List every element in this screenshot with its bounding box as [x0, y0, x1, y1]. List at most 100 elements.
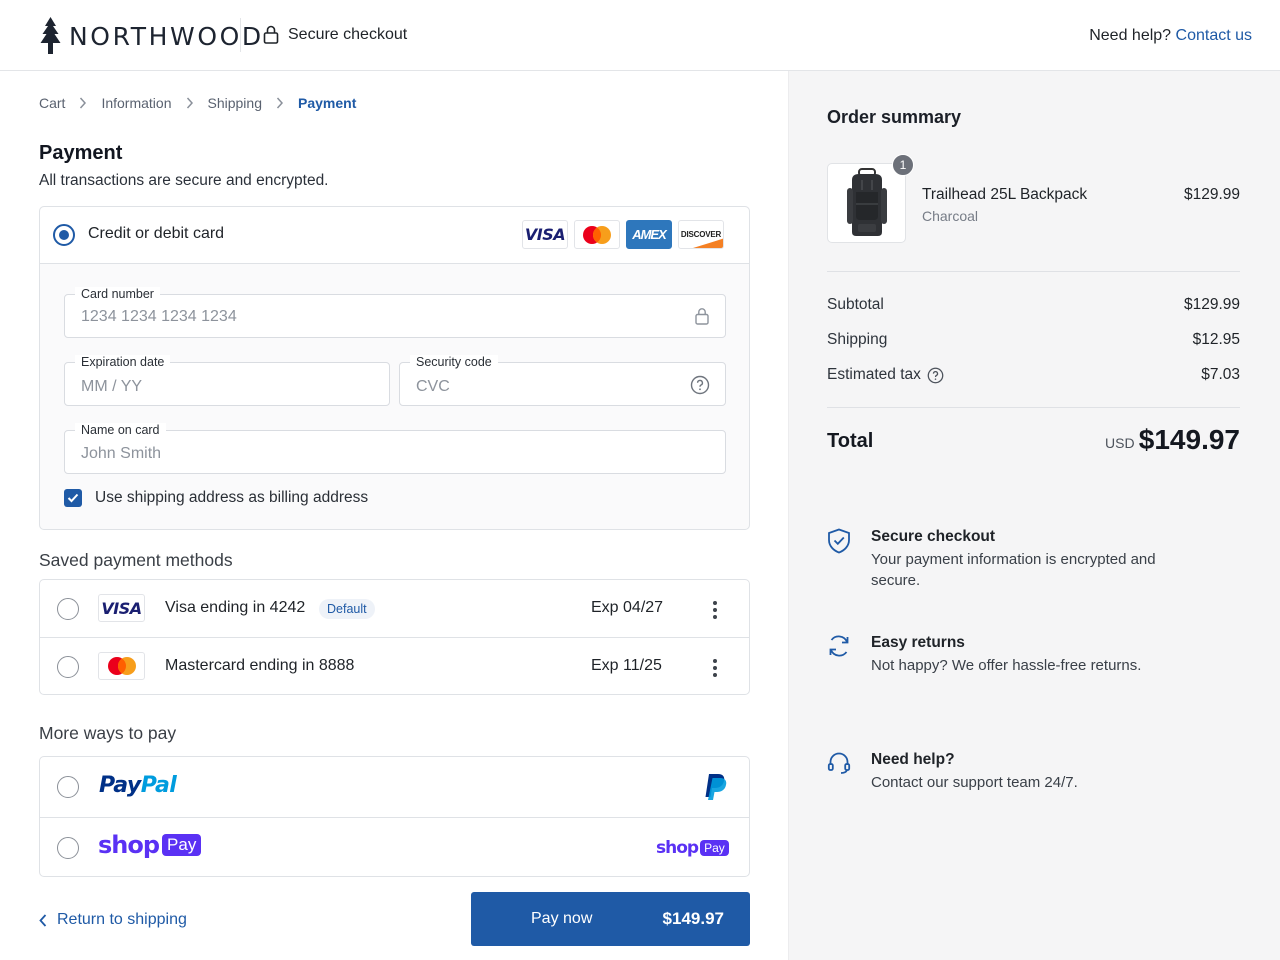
security-code-label: Security code	[410, 355, 498, 369]
chevron-right-icon	[79, 97, 87, 109]
product-thumbnail	[827, 163, 906, 243]
saved-method-row-mastercard[interactable]: Mastercard ending in 8888 Exp 11/25	[40, 637, 749, 694]
security-code-field[interactable]: Security code CVC	[399, 355, 726, 406]
total-label: Total	[827, 430, 874, 452]
name-on-card-placeholder: John Smith	[81, 445, 162, 462]
amex-logo-icon: AMEX	[626, 220, 672, 249]
card-number-label: Card number	[75, 287, 160, 301]
saved-methods-list: VISA Visa ending in 4242 Default Exp 04/…	[39, 579, 750, 695]
shop-pay-logo-icon: shop Pay	[656, 838, 729, 858]
return-to-shipping-label: Return to shipping	[57, 911, 187, 928]
product-name: Trailhead 25L Backpack	[922, 186, 1088, 203]
help-circle-icon[interactable]	[927, 367, 944, 384]
headset-icon	[827, 752, 851, 774]
saved-method-label: Mastercard ending in 8888	[165, 657, 355, 674]
payment-subtitle: All transactions are secure and encrypte…	[39, 172, 329, 189]
pay-now-button[interactable]: Pay now $149.97	[471, 892, 750, 946]
paypal-logo-icon	[705, 774, 727, 800]
paypal-radio[interactable]	[57, 776, 79, 798]
help-text: Need help?	[1089, 27, 1172, 44]
product-price: $129.99	[1183, 186, 1240, 203]
product-variant: Charcoal	[922, 208, 979, 224]
shield-check-icon	[828, 528, 850, 554]
feature-need-help: Need help? Contact our support team 24/7…	[827, 751, 1187, 795]
billing-same-checkbox[interactable]	[64, 489, 82, 507]
card-number-placeholder: 1234 1234 1234 1234	[81, 308, 237, 325]
total-value: $149.97	[1138, 424, 1240, 455]
card-payment-box: Credit or debit card VISA AMEX DISCOVER …	[39, 206, 750, 530]
saved-method-radio[interactable]	[57, 598, 79, 620]
breadcrumb-shipping[interactable]: Shipping	[208, 95, 263, 111]
header-divider	[240, 18, 241, 52]
more-options-icon[interactable]	[712, 601, 718, 619]
lock-icon	[263, 25, 279, 44]
more-options-icon[interactable]	[712, 659, 718, 677]
discover-logo-icon: DISCOVER	[678, 220, 724, 249]
saved-method-row-visa[interactable]: VISA Visa ending in 4242 Default Exp 04/…	[40, 580, 749, 637]
tax-label-group: Estimated tax	[827, 366, 944, 384]
expiration-date-placeholder: MM / YY	[81, 378, 143, 395]
visa-logo-icon: VISA	[98, 594, 145, 622]
tax-label: Estimated tax	[827, 366, 921, 383]
paypal-wordmark: PayPal	[99, 773, 177, 798]
saved-method-exp: Exp 11/25	[591, 657, 662, 674]
name-on-card-field[interactable]: Name on card John Smith	[64, 423, 726, 474]
help-header: Need help? Contact us	[1089, 27, 1252, 45]
security-code-placeholder: CVC	[416, 378, 450, 395]
subtotal-row: Subtotal $129.99	[827, 296, 1240, 314]
secure-checkout-header: Secure checkout	[263, 25, 407, 44]
contact-us-link[interactable]: Contact us	[1176, 27, 1252, 44]
backpack-icon	[846, 168, 887, 236]
shop-pay-option-row[interactable]: shop Pay shop Pay	[40, 817, 749, 876]
pay-now-amount: $149.97	[662, 909, 724, 928]
pine-tree-icon	[40, 17, 61, 54]
secure-checkout-label: Secure checkout	[288, 25, 408, 43]
summary-divider	[827, 271, 1240, 272]
chevron-right-icon	[276, 97, 284, 109]
chevron-left-icon	[39, 913, 47, 927]
pay-now-label: Pay now	[531, 910, 593, 927]
billing-same-label[interactable]: Use shipping address as billing address	[95, 489, 368, 507]
expiration-date-label: Expiration date	[75, 355, 171, 369]
paypal-option-row[interactable]: PayPal	[40, 757, 749, 817]
breadcrumb-payment: Payment	[298, 95, 357, 111]
shipping-row: Shipping $12.95	[827, 331, 1240, 349]
payment-title: Payment	[39, 142, 123, 164]
mastercard-logo-icon	[574, 220, 620, 249]
feature-secure-checkout: Secure checkout Your payment information…	[827, 528, 1187, 592]
shipping-label: Shipping	[827, 331, 888, 348]
header: NORTHWOOD Secure checkout Need help? Con…	[0, 0, 1280, 71]
subtotal-value: $129.99	[1183, 296, 1240, 313]
card-number-field[interactable]: Card number 1234 1234 1234 1234	[64, 287, 726, 338]
visa-logo-icon: VISA	[522, 220, 568, 249]
expiration-date-field[interactable]: Expiration date MM / YY	[64, 355, 390, 406]
card-option-radio[interactable]	[53, 224, 75, 246]
default-badge: Default	[319, 599, 375, 619]
feature-title: Easy returns	[871, 634, 965, 651]
feature-title: Need help?	[871, 751, 955, 768]
name-on-card-label: Name on card	[75, 423, 166, 437]
summary-divider	[827, 407, 1240, 408]
return-to-shipping-link[interactable]: Return to shipping	[39, 911, 187, 929]
feature-description: Your payment information is encrypted an…	[871, 551, 1156, 589]
saved-methods-title: Saved payment methods	[39, 550, 233, 570]
tax-value: $7.03	[1201, 366, 1240, 383]
card-option-header[interactable]: Credit or debit card VISA AMEX DISCOVER	[40, 207, 749, 264]
breadcrumb-information[interactable]: Information	[101, 95, 171, 111]
breadcrumb: Cart Information Shipping Payment	[39, 95, 356, 111]
shop-pay-radio[interactable]	[57, 837, 79, 859]
card-option-label: Credit or debit card	[88, 225, 225, 242]
saved-method-label: Visa ending in 4242	[165, 599, 306, 616]
order-summary-title: Order summary	[827, 107, 962, 127]
feature-title: Secure checkout	[871, 528, 996, 545]
breadcrumb-cart[interactable]: Cart	[39, 95, 65, 111]
shop-pay-wordmark: shop Pay	[98, 831, 202, 859]
refresh-icon	[829, 635, 849, 657]
alt-payment-list: PayPal shop Pay shop Pay	[39, 756, 750, 877]
brand-logo[interactable]: NORTHWOOD	[38, 17, 264, 55]
lock-icon	[695, 308, 709, 325]
help-circle-icon[interactable]	[690, 375, 710, 395]
quantity-badge: 1	[892, 154, 914, 176]
chevron-right-icon	[186, 97, 194, 109]
saved-method-radio[interactable]	[57, 656, 79, 678]
